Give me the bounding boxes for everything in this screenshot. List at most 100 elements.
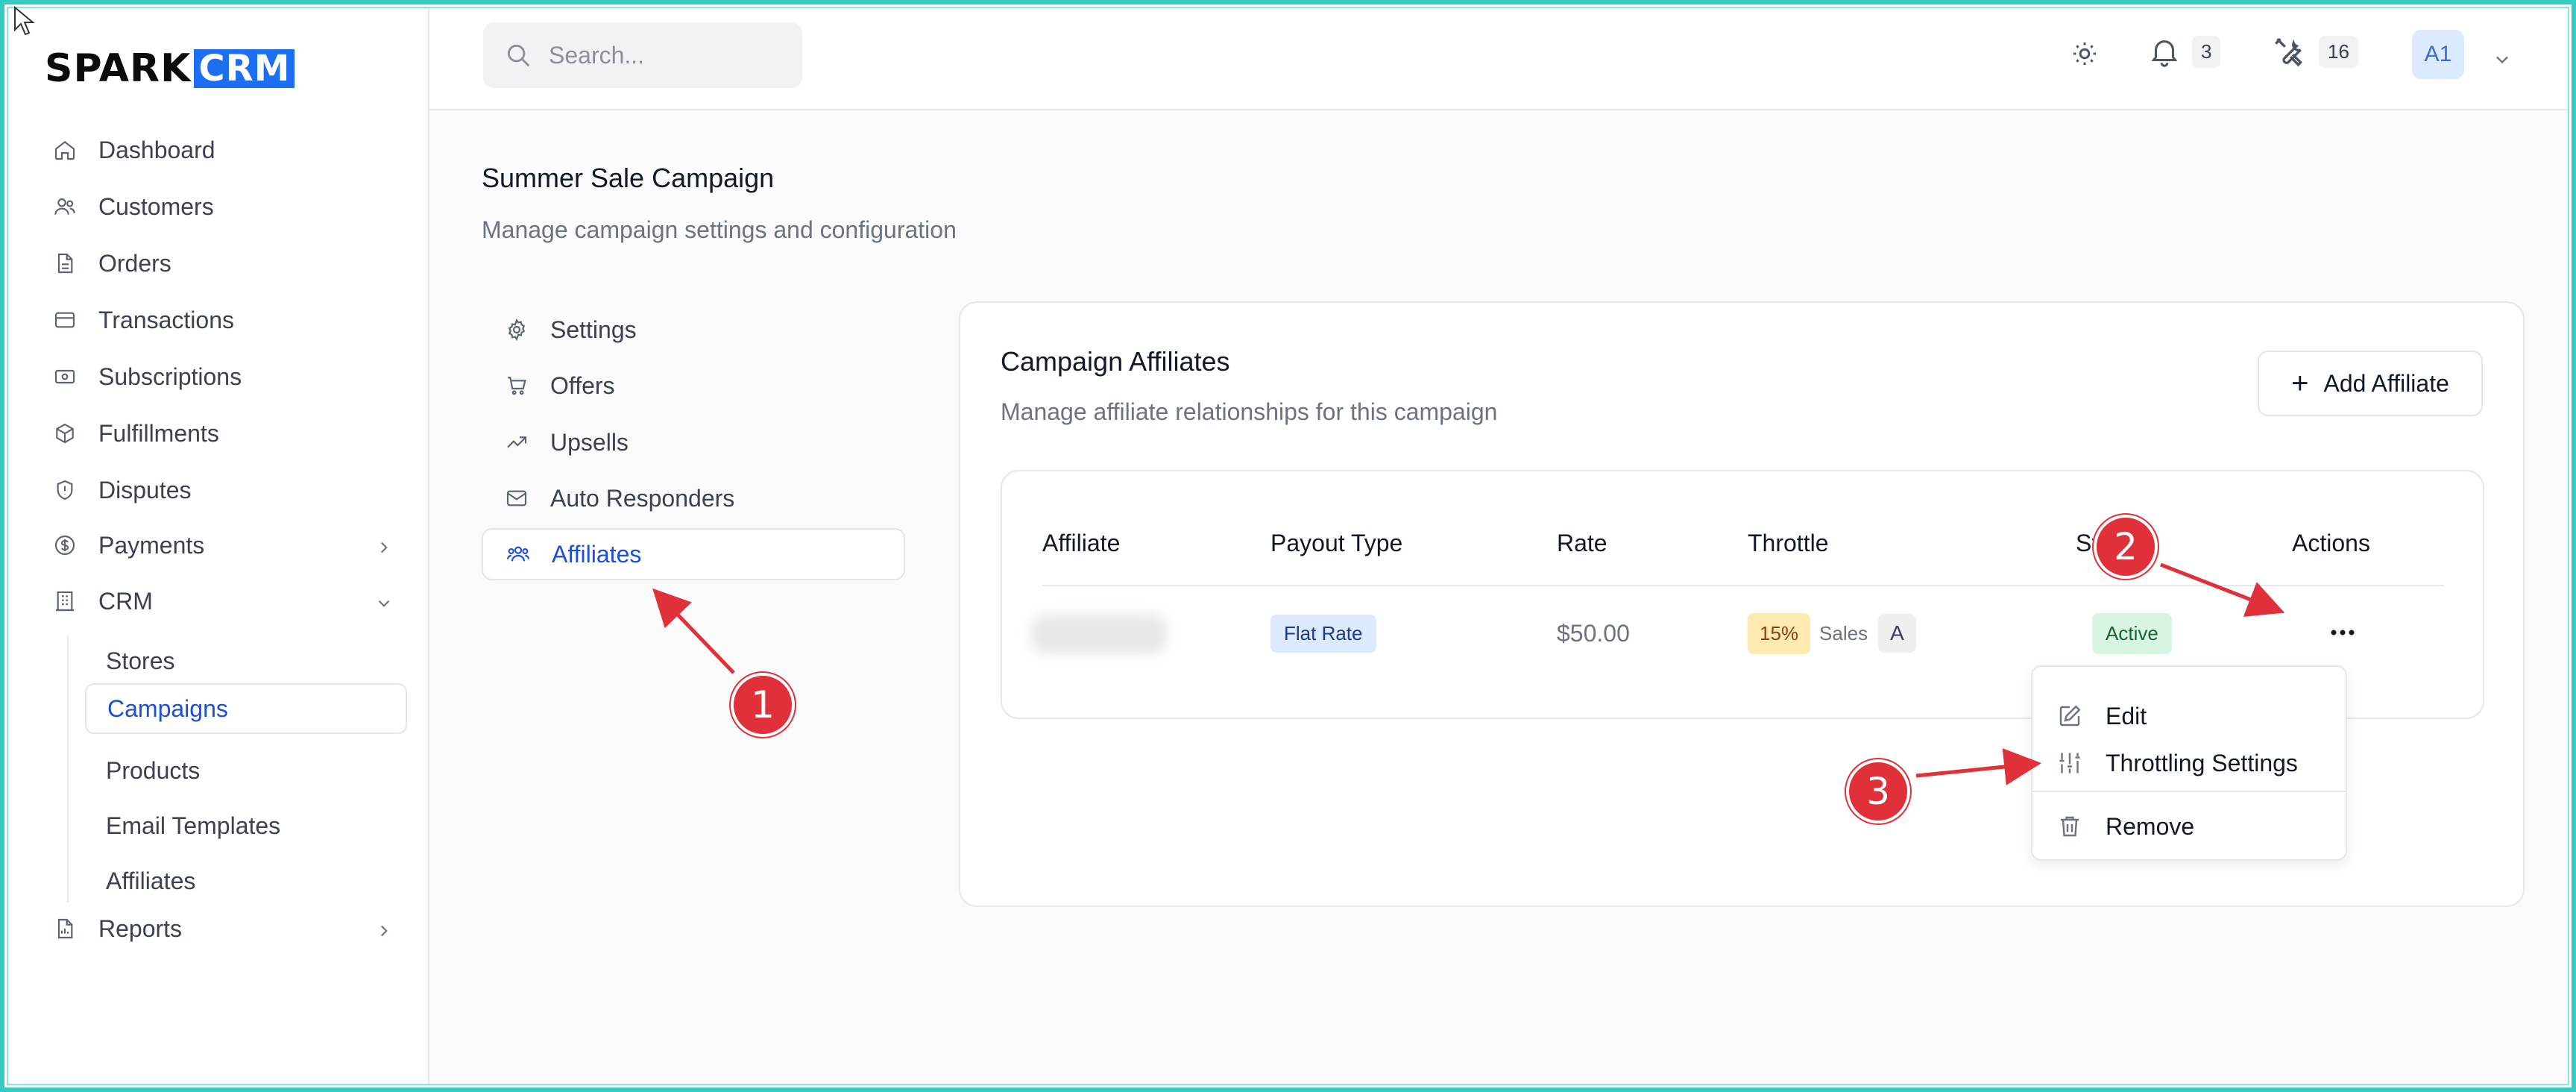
tab-label: Offers	[550, 371, 615, 399]
payout-type-cell: Flat Rate	[1270, 613, 1376, 653]
sidebar-subitem-products[interactable]: Products	[85, 745, 407, 796]
tab-label: Settings	[550, 316, 637, 343]
notifications-count: 3	[2192, 35, 2221, 68]
column-header-payout-type[interactable]: Payout Type	[1270, 530, 1402, 557]
theme-toggle-button[interactable]	[2070, 39, 2100, 69]
box-icon	[52, 421, 78, 446]
sidebar-item-label: Disputes	[98, 476, 192, 503]
mouse-cursor-icon	[14, 6, 35, 36]
logo-spark-text: SPARK	[45, 46, 192, 91]
menu-item-throttling-settings[interactable]: Throttling Settings	[2055, 741, 2298, 785]
chevron-right-icon	[374, 919, 394, 947]
tab-label: Affiliates	[552, 540, 642, 568]
card-title: Campaign Affiliates	[1001, 346, 1230, 377]
menu-item-label: Edit	[2106, 702, 2147, 729]
sidebar-item-payments[interactable]: Payments	[52, 522, 410, 568]
row-actions-button[interactable]	[2320, 618, 2365, 647]
annotation-marker-2: 2	[2094, 515, 2158, 579]
trend-up-icon	[504, 430, 529, 455]
menu-item-edit[interactable]: Edit	[2055, 694, 2147, 738]
tools-icon	[2275, 38, 2302, 67]
column-header-actions[interactable]: Actions	[2292, 530, 2370, 557]
user-avatar[interactable]: A1	[2412, 30, 2464, 79]
sidebar-item-reports[interactable]: Reports	[52, 906, 410, 952]
sidebar-item-label: Orders	[98, 249, 171, 277]
menu-divider	[2032, 791, 2346, 792]
column-header-rate[interactable]: Rate	[1557, 530, 1607, 557]
sidebar-item-label: Dashboard	[98, 136, 215, 163]
row-actions-menu: Edit Throttling Settings Remove	[2031, 665, 2347, 861]
sun-icon	[2073, 43, 2096, 65]
sidebar-subitem-email-templates[interactable]: Email Templates	[85, 800, 407, 851]
sidebar-subitem-stores[interactable]: Stores	[85, 636, 407, 686]
column-header-throttle[interactable]: Throttle	[1748, 530, 1828, 557]
status-cell: Active	[2092, 612, 2172, 654]
more-horizontal-icon	[2331, 630, 2355, 636]
status-badge: Active	[2092, 612, 2172, 654]
sidebar-item-customers[interactable]: Customers	[52, 183, 410, 230]
tab-offers[interactable]: Offers	[482, 360, 905, 412]
sidebar-item-label: Reports	[98, 914, 183, 942]
search-box[interactable]	[483, 22, 802, 88]
payout-type-badge: Flat Rate	[1270, 614, 1376, 653]
menu-item-label: Throttling Settings	[2106, 749, 2298, 776]
table-header-divider	[1042, 585, 2444, 586]
page-title: Summer Sale Campaign	[482, 163, 775, 193]
sidebar-item-orders[interactable]: Orders	[52, 240, 410, 286]
sidebar-subitem-affiliates[interactable]: Affiliates	[85, 856, 407, 906]
chevron-down-icon	[374, 592, 394, 619]
mail-icon	[504, 486, 529, 511]
affiliate-name-blurred	[1032, 615, 1166, 653]
home-icon	[52, 137, 78, 163]
sliders-icon	[2055, 750, 2085, 776]
tab-auto-responders[interactable]: Auto Responders	[482, 472, 905, 524]
banknote-icon	[52, 364, 78, 389]
credit-card-icon	[52, 307, 78, 333]
throttle-percent-badge: 15%	[1748, 612, 1811, 654]
sidebar-item-disputes[interactable]: Disputes	[52, 467, 410, 513]
pencil-icon	[2055, 703, 2085, 729]
chevron-right-icon	[374, 536, 394, 563]
shield-icon	[52, 477, 78, 503]
throttle-type-label: Sales	[1819, 621, 1868, 644]
sidebar-item-subscriptions[interactable]: Subscriptions	[52, 354, 410, 400]
sidebar-item-label: Subscriptions	[98, 363, 242, 390]
tab-label: Auto Responders	[550, 484, 735, 512]
sidebar: SPARK CRM Dashboard Customers Orders Tra…	[7, 7, 429, 1085]
tools-button[interactable]: 16	[2271, 33, 2358, 70]
top-bar: 3 16 A1	[429, 7, 2569, 110]
sidebar-item-dashboard[interactable]: Dashboard	[52, 127, 410, 173]
sidebar-item-label: Fulfillments	[98, 419, 219, 447]
tab-upsells[interactable]: Upsells	[482, 416, 905, 468]
sidebar-subitem-campaigns[interactable]: Campaigns	[85, 683, 407, 734]
dollar-circle-icon	[52, 533, 78, 558]
sidebar-item-fulfillments[interactable]: Fulfillments	[52, 410, 410, 456]
throttle-letter-badge: A	[1878, 614, 1916, 653]
tab-settings[interactable]: Settings	[482, 304, 905, 356]
cart-icon	[504, 373, 529, 398]
brand-logo[interactable]: SPARK CRM	[45, 48, 295, 90]
sidebar-item-label: Customers	[98, 192, 214, 220]
menu-item-remove[interactable]: Remove	[2055, 804, 2194, 849]
users-icon	[52, 194, 78, 219]
building-icon	[52, 589, 78, 614]
logo-crm-text: CRM	[194, 49, 295, 88]
notifications-button[interactable]: 3	[2147, 34, 2221, 69]
report-icon	[52, 916, 78, 941]
search-icon	[507, 44, 530, 67]
page-subtitle: Manage campaign settings and configurati…	[482, 216, 957, 243]
tab-label: Upsells	[550, 428, 629, 456]
annotation-marker-3: 3	[1846, 759, 1910, 823]
annotation-marker-1: 1	[731, 673, 795, 737]
sidebar-item-transactions[interactable]: Transactions	[52, 297, 410, 343]
bell-icon	[2151, 40, 2178, 67]
search-input[interactable]	[547, 40, 789, 70]
column-header-affiliate[interactable]: Affiliate	[1042, 530, 1120, 557]
add-affiliate-label: Add Affiliate	[2323, 369, 2449, 397]
chevron-down-icon[interactable]	[2492, 49, 2513, 70]
add-affiliate-button[interactable]: + Add Affiliate	[2258, 351, 2483, 416]
document-icon	[52, 251, 78, 276]
tab-affiliates[interactable]: Affiliates	[482, 528, 905, 580]
main-content: Summer Sale Campaign Manage campaign set…	[429, 110, 2569, 1085]
sidebar-item-crm[interactable]: CRM	[52, 578, 410, 624]
